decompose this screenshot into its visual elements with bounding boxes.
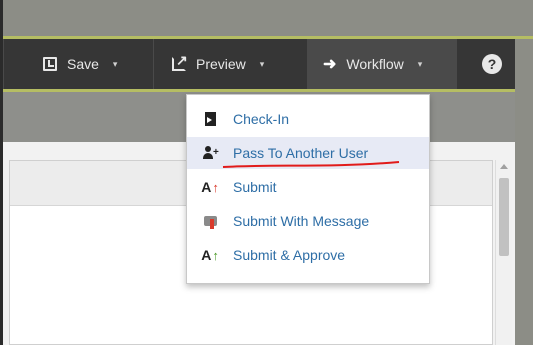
save-label: Save <box>67 56 99 72</box>
submit-message-icon <box>199 216 221 229</box>
preview-button[interactable]: Preview ▾ <box>154 39 307 89</box>
vertical-scrollbar[interactable] <box>495 160 512 345</box>
workflow-dropdown-menu: Check-In + Pass To Another User A↑ Submi… <box>186 94 430 284</box>
pass-user-icon: + <box>199 146 221 160</box>
menu-item-check-in[interactable]: Check-In <box>187 103 429 135</box>
chevron-down-icon[interactable]: ▾ <box>260 59 265 70</box>
submit-approve-icon: A↑ <box>201 247 219 263</box>
external-link-icon <box>172 52 188 71</box>
arrow-right-icon: ➜ <box>323 56 337 73</box>
right-edge <box>515 39 533 345</box>
check-in-icon <box>199 112 221 126</box>
top-bar <box>3 0 533 36</box>
menu-item-submit[interactable]: A↑ Submit <box>187 171 429 203</box>
chevron-down-icon[interactable]: ▾ <box>113 59 118 70</box>
menu-item-submit-approve[interactable]: A↑ Submit & Approve <box>187 239 429 271</box>
menu-item-label: Submit <box>233 179 277 195</box>
scroll-up-arrow[interactable] <box>500 164 508 169</box>
submit-icon: A↑ <box>201 179 219 195</box>
workflow-button[interactable]: ➜ Workflow ▾ <box>307 39 457 89</box>
help-icon[interactable]: ? <box>482 54 502 74</box>
menu-item-label: Pass To Another User <box>233 145 369 161</box>
red-annotation-underline <box>222 161 400 168</box>
message-icon <box>203 216 217 229</box>
chevron-down-icon[interactable]: ▾ <box>418 59 423 70</box>
menu-item-label: Submit & Approve <box>233 247 346 263</box>
save-button[interactable]: Save ▾ <box>3 39 151 89</box>
editor-toolbar: Save ▾ Preview ▾ ➜ Workflow ▾ ? <box>3 39 515 89</box>
preview-label: Preview <box>196 56 246 72</box>
scroll-thumb[interactable] <box>499 178 509 256</box>
workflow-label: Workflow <box>346 56 404 72</box>
screenshot-frame: Save ▾ Preview ▾ ➜ Workflow ▾ ? Check-In <box>0 0 533 345</box>
user-add-icon: + <box>203 146 219 160</box>
menu-item-label: Check-In <box>233 111 290 127</box>
menu-item-label: Submit With Message <box>233 213 370 229</box>
menu-item-submit-with-message[interactable]: Submit With Message <box>187 205 429 237</box>
save-icon <box>43 57 57 71</box>
document-icon <box>204 112 216 126</box>
